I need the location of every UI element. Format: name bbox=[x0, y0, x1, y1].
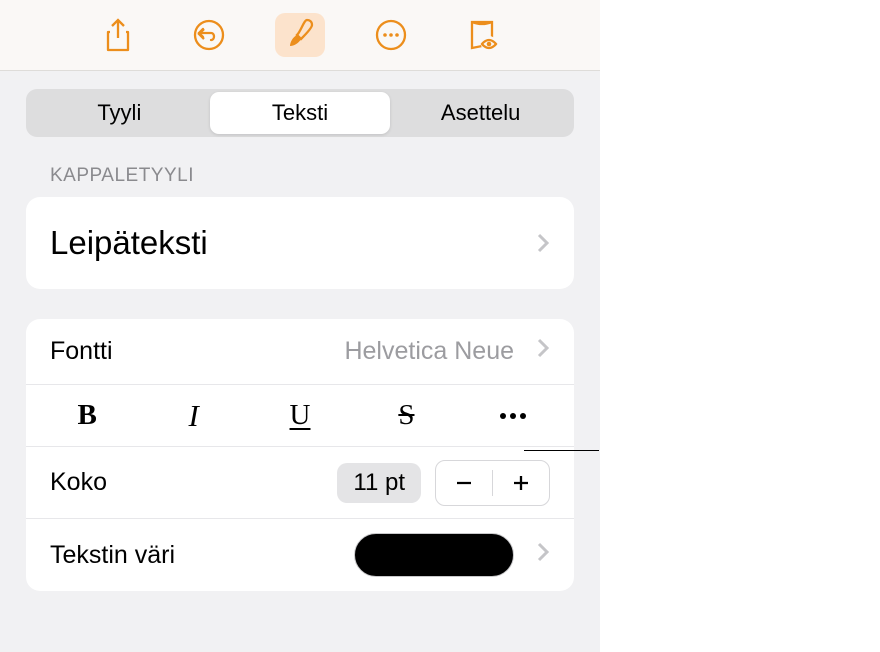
undo-button[interactable] bbox=[184, 13, 234, 57]
text-style-row: B I U S bbox=[26, 385, 574, 447]
tab-text[interactable]: Teksti bbox=[210, 92, 391, 134]
tab-layout[interactable]: Asettelu bbox=[390, 92, 571, 134]
chevron-right-icon bbox=[536, 224, 550, 262]
paragraph-style-section-label: KAPPALETYYLI bbox=[50, 165, 600, 187]
format-panel: Tyyli Teksti Asettelu KAPPALETYYLI Leipä… bbox=[0, 0, 600, 652]
paragraph-style-row[interactable]: Leipäteksti bbox=[26, 197, 574, 289]
view-options-button[interactable] bbox=[457, 13, 507, 57]
text-color-swatch[interactable] bbox=[354, 533, 514, 577]
format-tabs: Tyyli Teksti Asettelu bbox=[26, 89, 574, 137]
callout-line bbox=[524, 450, 599, 451]
text-options-card: Fontti Helvetica Neue B I U S Koko 11 pt bbox=[26, 319, 574, 591]
font-value: Helvetica Neue bbox=[344, 337, 514, 366]
format-brush-button[interactable] bbox=[275, 13, 325, 57]
more-text-options-button[interactable] bbox=[460, 413, 566, 419]
ellipsis-icon bbox=[500, 413, 526, 419]
more-button[interactable] bbox=[366, 13, 416, 57]
text-color-row[interactable]: Tekstin väri bbox=[26, 519, 574, 591]
font-label: Fontti bbox=[50, 337, 113, 366]
paragraph-style-card: Leipäteksti bbox=[26, 197, 574, 289]
annotation-area bbox=[600, 0, 880, 652]
italic-button[interactable]: I bbox=[140, 398, 246, 434]
size-row: Koko 11 pt bbox=[26, 447, 574, 519]
size-increase-button[interactable] bbox=[493, 472, 549, 494]
paragraph-style-value: Leipäteksti bbox=[50, 224, 208, 262]
chevron-right-icon bbox=[536, 337, 550, 366]
top-toolbar bbox=[0, 0, 600, 71]
chevron-right-icon bbox=[536, 541, 550, 570]
size-stepper bbox=[435, 460, 550, 506]
underline-button[interactable]: U bbox=[247, 399, 353, 432]
size-value-button[interactable]: 11 pt bbox=[337, 463, 421, 503]
tab-style[interactable]: Tyyli bbox=[29, 92, 210, 134]
size-label: Koko bbox=[50, 468, 107, 497]
bold-button[interactable]: B bbox=[34, 399, 140, 432]
share-button[interactable] bbox=[93, 13, 143, 57]
font-row[interactable]: Fontti Helvetica Neue bbox=[26, 319, 574, 385]
text-color-label: Tekstin väri bbox=[50, 541, 175, 570]
strikethrough-button[interactable]: S bbox=[353, 399, 459, 432]
size-decrease-button[interactable] bbox=[436, 472, 492, 494]
